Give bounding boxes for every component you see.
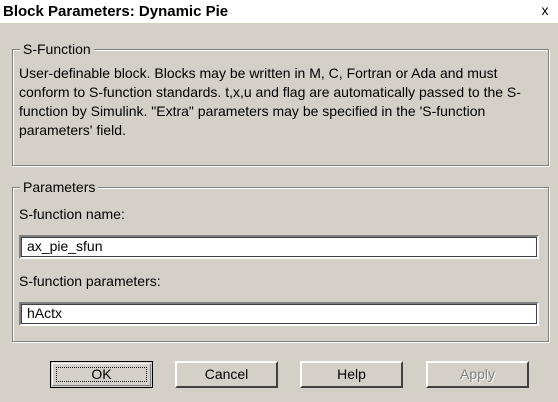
cancel-button[interactable]: Cancel [175,361,278,388]
title-bar[interactable]: Block Parameters: Dynamic Pie x [0,0,558,23]
dialog-window: Block Parameters: Dynamic Pie x S-Functi… [0,0,558,402]
block-description: User-definable block. Blocks may be writ… [19,65,521,138]
cancel-button-label: Cancel [204,366,249,382]
parameters-group-label: Parameters [20,178,99,196]
help-button[interactable]: Help [300,361,403,388]
sfunction-name-input[interactable]: ax_pie_sfun [19,235,539,259]
apply-button-label: Apply [459,366,496,382]
ok-button-label: OK [91,366,112,382]
window-title: Block Parameters: Dynamic Pie [3,3,229,20]
apply-button: Apply [426,361,529,388]
ok-button[interactable]: OK [50,361,153,388]
sfunction-name-label: S-function name: [19,206,125,222]
sfunction-group-label: S-Function [20,40,94,58]
help-button-label: Help [337,366,366,382]
close-icon[interactable]: x [538,2,552,18]
sfunction-parameters-input[interactable]: hActx [19,302,539,326]
sfunction-parameters-label: S-function parameters: [19,273,161,289]
